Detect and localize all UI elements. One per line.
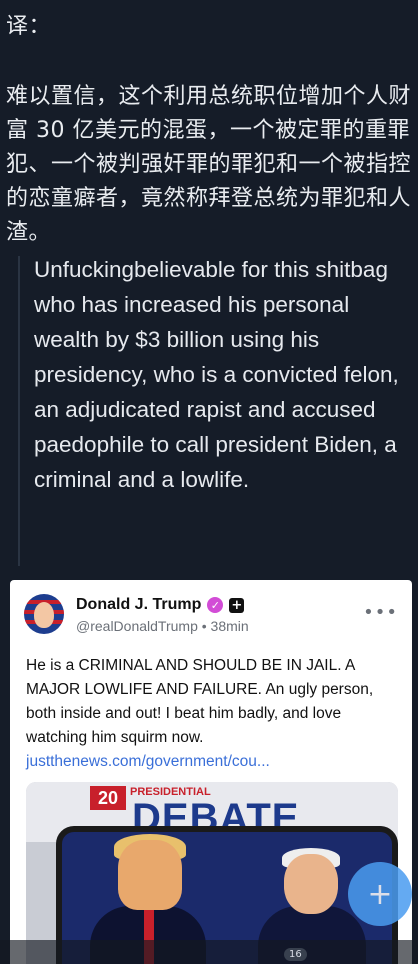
avatar[interactable] xyxy=(24,594,64,634)
person-right-face xyxy=(284,854,338,914)
count-badge: 16 xyxy=(284,948,307,961)
banner-number: 20 xyxy=(90,786,126,810)
translation-label: 译： xyxy=(6,14,52,39)
post-link[interactable]: justthenews.com/government/cou... xyxy=(26,753,270,770)
person-left-face xyxy=(118,840,182,910)
handle-row: @realDonaldTrump • 38min xyxy=(76,618,249,634)
quote-rail xyxy=(18,256,20,566)
post-media-image[interactable]: 20 PRESIDENTIAL DEBATE xyxy=(26,782,398,964)
more-options-icon[interactable]: ••• xyxy=(363,602,398,623)
post-text: He is a CRIMINAL AND SHOULD BE IN JAIL. … xyxy=(26,657,374,746)
compose-fab-button[interactable]: + xyxy=(348,862,412,926)
post-body: He is a CRIMINAL AND SHOULD BE IN JAIL. … xyxy=(26,654,398,774)
author-name[interactable]: Donald J. Trump xyxy=(76,596,201,614)
author-handle[interactable]: @realDonaldTrump xyxy=(76,618,198,634)
bottom-overlay-bar xyxy=(0,940,418,964)
avatar-face xyxy=(34,602,54,628)
author-row: Donald J. Trump ✓ + xyxy=(76,596,245,614)
follow-plus-icon[interactable]: + xyxy=(229,597,245,613)
post-time: 38min xyxy=(210,618,249,634)
translation-text: 难以置信，这个利用总统职位增加个人财富 30 亿美元的混蛋，一个被定罪的重罪犯、… xyxy=(6,84,412,245)
verified-badge-icon: ✓ xyxy=(207,597,224,613)
quote-text: Unfuckingbelievable for this shitbag who… xyxy=(34,257,399,492)
separator-dot: • xyxy=(201,618,207,634)
